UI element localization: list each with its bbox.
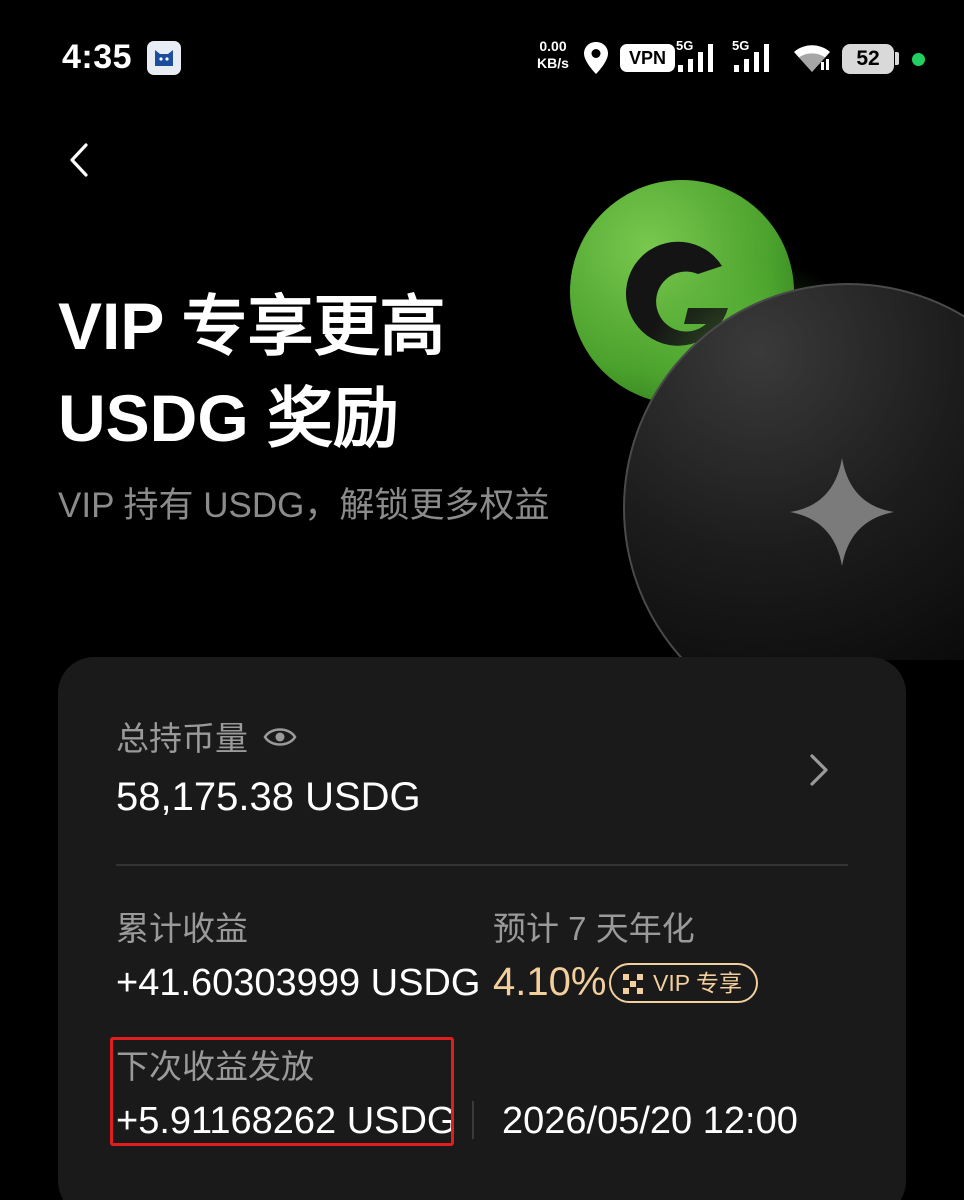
cellular-signal-icon: 5G [732, 38, 769, 72]
chevron-right-icon[interactable] [806, 752, 832, 788]
privacy-indicator-dot [912, 53, 925, 66]
total-holdings-value: 58,175.38 USDG [116, 775, 421, 819]
location-icon [584, 42, 608, 74]
okx-logo-icon [623, 974, 643, 994]
battery-indicator: 52 [842, 44, 894, 74]
network-speed: 0.00 KB/s [531, 38, 575, 72]
usdg-coin-illustration [570, 180, 964, 660]
estimated-apy-value: 4.10% [493, 960, 607, 1004]
next-payout-time: 2026/05/20 12:00 [502, 1100, 798, 1142]
vertical-divider [472, 1101, 474, 1139]
highlight-annotation-box [110, 1037, 454, 1146]
chevron-left-icon [70, 143, 88, 177]
signal-5g-label: 5G [676, 38, 693, 53]
battery-tip [895, 52, 899, 65]
back-button[interactable] [58, 135, 108, 185]
vip-exclusive-badge: VIP 专享 [609, 963, 758, 1003]
network-speed-value: 0.00 [539, 38, 567, 54]
cumulative-earnings-value: +41.60303999 USDG [116, 962, 481, 1004]
vip-badge-label: VIP 专享 [653, 970, 743, 996]
page-title: VIP 专享更高 USDG 奖励 [58, 280, 446, 464]
vpn-badge: VPN [620, 44, 676, 72]
card-divider [116, 864, 848, 866]
page-title-line-2: USDG 奖励 [58, 381, 400, 455]
wifi-icon [794, 45, 830, 72]
cellular-signal-icon: 5G [676, 38, 713, 72]
holdings-card[interactable]: 总持币量 58,175.38 USDG 累计收益 +41.60303999 US… [58, 657, 906, 1200]
status-time: 4:35 [62, 38, 133, 76]
network-speed-unit: KB/s [537, 55, 569, 71]
status-bar: 4:35 0.00 KB/s VPN 5G 5G 52 [0, 0, 964, 120]
cat-app-icon [147, 41, 181, 75]
page-subtitle: VIP 持有 USDG，解锁更多权益 [58, 486, 550, 525]
eye-icon[interactable] [263, 724, 297, 750]
estimated-apy-label: 预计 7 天年化 [493, 910, 695, 947]
total-holdings-label: 总持币量 [116, 720, 248, 757]
signal-5g-label: 5G [732, 38, 749, 53]
page-title-line-1: VIP 专享更高 [58, 289, 446, 363]
cumulative-earnings-label: 累计收益 [116, 910, 248, 947]
